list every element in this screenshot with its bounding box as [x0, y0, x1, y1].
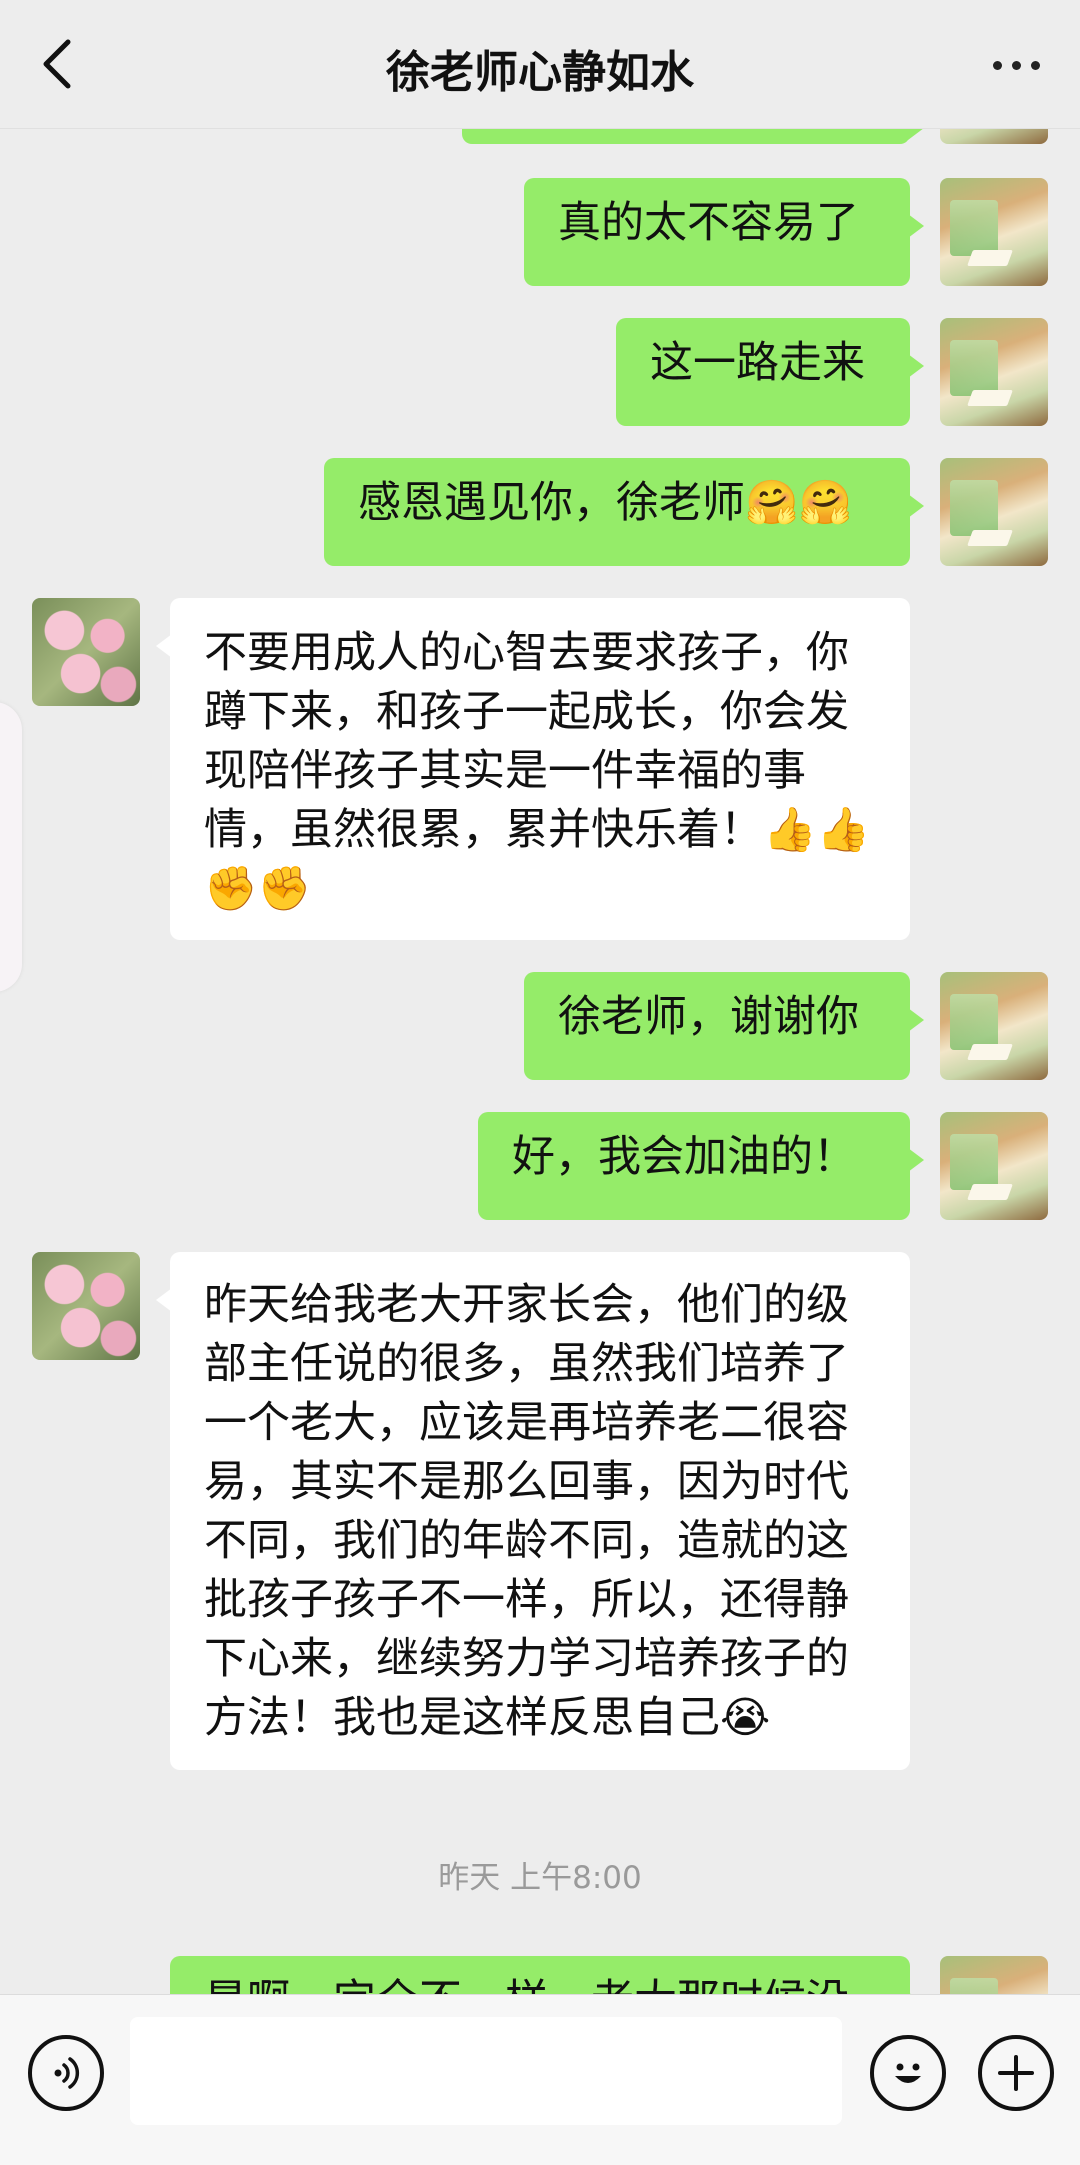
my-avatar[interactable]: [940, 458, 1048, 566]
floating-side-tab[interactable]: [0, 702, 22, 992]
chat-area[interactable]: 真的太不容易了 这一路走来 感恩遇见你，徐老师🤗🤗 不要用成人的心智去要求孩子，…: [0, 0, 1080, 1995]
message-text: 真的太不容易了: [558, 198, 859, 248]
message-text: 不要用成人的心智去要求孩子，你蹲下来，和孩子一起成长，你会发现陪伴孩子其实是一件…: [204, 628, 871, 914]
message-bubble[interactable]: 徐老师，谢谢你: [524, 972, 924, 1080]
message-text: 这一路走来: [650, 338, 865, 388]
message-bubble[interactable]: 这一路走来: [616, 318, 924, 426]
my-avatar[interactable]: [940, 972, 1048, 1080]
message-input[interactable]: [130, 2017, 842, 2125]
more-dots-icon: [1030, 60, 1040, 70]
contact-avatar[interactable]: [32, 598, 140, 706]
my-avatar[interactable]: [940, 178, 1048, 286]
chat-header: 徐老师心静如水: [0, 0, 1080, 129]
message-bubble[interactable]: 感恩遇见你，徐老师🤗🤗: [324, 458, 924, 566]
message-text: 昨天给我老大开家长会，他们的级部主任说的很多，虽然我们培养了一个老大，应该是再培…: [204, 1280, 849, 1743]
contact-avatar[interactable]: [32, 1252, 140, 1360]
more-button[interactable]: [986, 50, 1046, 80]
message-bubble[interactable]: 真的太不容易了: [524, 178, 924, 286]
emoji-button[interactable]: [870, 2035, 946, 2111]
message-bubble[interactable]: 是啊，完全不一样，老大那时候没: [170, 1956, 924, 1995]
timestamp: 昨天 上午8:00: [438, 1860, 642, 1896]
input-bar: [0, 1994, 1080, 2165]
plus-button[interactable]: [978, 2035, 1054, 2111]
plus-icon: [998, 2055, 1034, 2091]
smiley-icon: [895, 2063, 921, 2083]
message-bubble[interactable]: 不要用成人的心智去要求孩子，你蹲下来，和孩子一起成长，你会发现陪伴孩子其实是一件…: [156, 598, 910, 940]
my-avatar[interactable]: [940, 1956, 1048, 1995]
message-bubble[interactable]: 好，我会加油的！: [478, 1112, 924, 1220]
message-text: 好，我会加油的！: [512, 1132, 856, 1182]
message-bubble[interactable]: 昨天给我老大开家长会，他们的级部主任说的很多，虽然我们培养了一个老大，应该是再培…: [156, 1252, 910, 1770]
page-title: 徐老师心静如水: [386, 47, 694, 98]
voice-button[interactable]: [28, 2035, 104, 2111]
my-avatar[interactable]: [940, 1112, 1048, 1220]
message-text: 是啊，完全不一样，老大那时候没: [204, 1976, 849, 1995]
voice-icon: [54, 2057, 80, 2089]
message-text: 徐老师，谢谢你: [558, 992, 859, 1042]
more-dots-icon: [992, 60, 1002, 70]
message-text: 感恩遇见你，徐老师🤗🤗: [358, 478, 853, 528]
more-dots-icon: [1011, 60, 1021, 70]
my-avatar[interactable]: [940, 318, 1048, 426]
